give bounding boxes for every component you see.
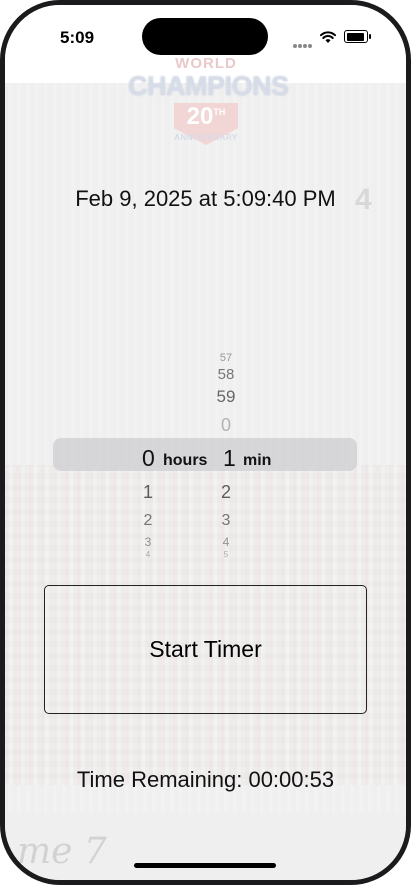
background-number: 4 bbox=[355, 183, 372, 216]
minute-option[interactable]: 58 bbox=[211, 366, 241, 383]
logo-champions-text: CHAMPIONS bbox=[128, 71, 289, 101]
world-champions-logo: WORLD CHAMPIONS 20TH ANNIVERSARY bbox=[128, 55, 289, 149]
hour-option[interactable]: 3 bbox=[133, 535, 163, 549]
time-remaining-text: Time Remaining: 00:00:53 bbox=[76, 767, 335, 792]
battery-icon bbox=[344, 30, 371, 43]
start-timer-label: Start Timer bbox=[149, 636, 262, 662]
logo-anniversary-text: ANNIVERSARY bbox=[174, 133, 238, 142]
minute-option[interactable]: 2 bbox=[211, 482, 241, 503]
hour-option[interactable]: 4 bbox=[133, 550, 163, 559]
phone-frame: 5:09 WORLD CHAMPIONS 20TH ANNIVERSARY Fe… bbox=[0, 0, 411, 885]
home-indicator[interactable] bbox=[134, 863, 276, 868]
minute-option[interactable]: 4 bbox=[211, 535, 241, 549]
signal-dots-icon bbox=[293, 35, 313, 48]
hour-option[interactable]: 1 bbox=[133, 482, 163, 503]
minutes-unit-label: min bbox=[243, 452, 272, 469]
logo-number: 20TH bbox=[186, 103, 226, 130]
minute-option[interactable]: 0 bbox=[211, 415, 241, 436]
selected-hours[interactable]: 0 bbox=[142, 445, 155, 472]
minute-option[interactable]: 57 bbox=[211, 352, 241, 364]
status-time: 5:09 bbox=[60, 28, 95, 47]
wifi-icon bbox=[320, 31, 336, 43]
hour-option[interactable]: 2 bbox=[133, 512, 163, 530]
selected-minutes[interactable]: 1 bbox=[223, 445, 236, 472]
minute-option[interactable]: 59 bbox=[211, 387, 241, 407]
app-screen: 5:09 WORLD CHAMPIONS 20TH ANNIVERSARY Fe… bbox=[5, 5, 406, 880]
minute-option[interactable]: 5 bbox=[211, 550, 241, 559]
current-date: Feb 9, 2025 at 5:09:40 PM bbox=[75, 186, 336, 211]
start-timer-button[interactable]: Start Timer bbox=[44, 585, 367, 714]
dynamic-island bbox=[142, 18, 268, 55]
minute-option[interactable]: 3 bbox=[211, 512, 241, 530]
background-game-text: me 7 bbox=[17, 831, 107, 872]
hours-unit-label: hours bbox=[163, 452, 208, 469]
